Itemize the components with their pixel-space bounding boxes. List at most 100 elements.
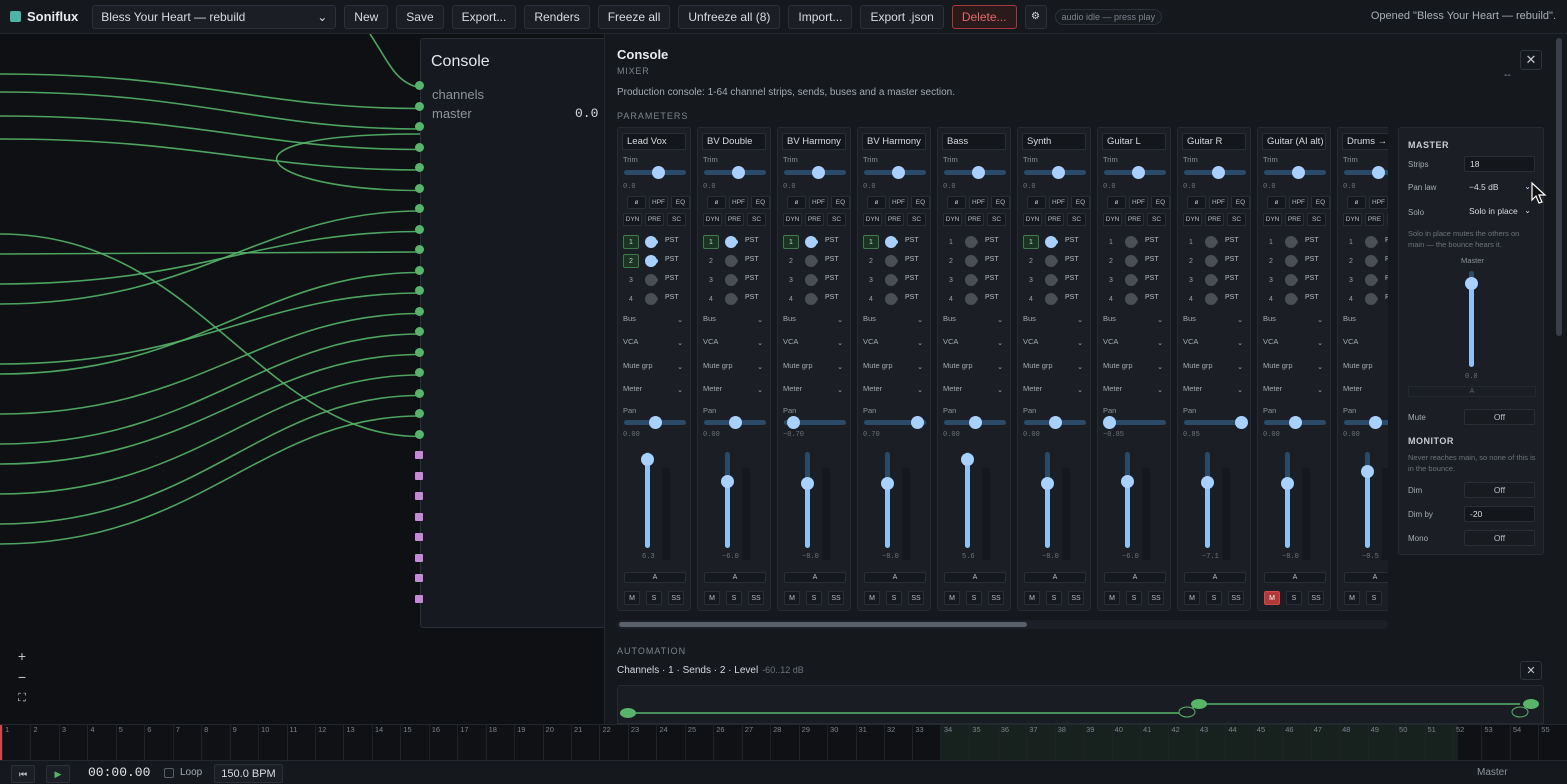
- fader-knob[interactable]: [801, 476, 814, 490]
- send-post-toggle[interactable]: PST: [825, 256, 839, 263]
- channel-input-port[interactable]: [415, 183, 424, 193]
- channel-input-port[interactable]: [415, 81, 424, 90]
- send-post-toggle[interactable]: PST: [1385, 256, 1388, 263]
- hpf-button[interactable]: HPF: [1369, 196, 1388, 209]
- send-level-knob[interactable]: [1045, 236, 1058, 248]
- send-level-knob[interactable]: [1365, 274, 1378, 286]
- pan-slider[interactable]: [704, 416, 766, 429]
- send-number-button[interactable]: 3: [863, 273, 879, 287]
- send-post-toggle[interactable]: PST: [745, 237, 759, 244]
- send-post-toggle[interactable]: PST: [905, 275, 919, 282]
- send-level-knob[interactable]: [725, 293, 738, 305]
- send-number-button[interactable]: 3: [1343, 273, 1359, 287]
- loop-checkbox[interactable]: [164, 768, 174, 778]
- send-level-knob[interactable]: [965, 274, 978, 286]
- send-number-button[interactable]: 2: [943, 254, 959, 268]
- phase-invert-button[interactable]: ø: [867, 196, 886, 209]
- strip-name-input[interactable]: Lead Vox: [622, 133, 686, 150]
- send-post-toggle[interactable]: PST: [665, 256, 679, 263]
- channel-input-port[interactable]: [415, 142, 424, 152]
- master-ab-button[interactable]: A: [1408, 386, 1536, 397]
- dyn-button[interactable]: DYN: [1343, 213, 1362, 226]
- send-level-knob[interactable]: [1205, 236, 1218, 248]
- send-number-button[interactable]: 1: [943, 235, 959, 249]
- mute-button[interactable]: M: [704, 591, 720, 605]
- signal-wire[interactable]: [0, 374, 421, 495]
- ab-toggle[interactable]: A: [1264, 572, 1326, 583]
- master-output-port[interactable]: [415, 471, 423, 480]
- sidechain-button[interactable]: SC: [1307, 213, 1326, 226]
- ab-toggle[interactable]: A: [1184, 572, 1246, 583]
- phase-invert-button[interactable]: ø: [1267, 196, 1286, 209]
- send-number-button[interactable]: 2: [1343, 254, 1359, 268]
- send-post-toggle[interactable]: PST: [1385, 294, 1388, 301]
- pan-slider[interactable]: [784, 416, 846, 429]
- send-level-knob[interactable]: [885, 236, 898, 248]
- export-button[interactable]: Export...: [451, 4, 517, 29]
- strip-name-input[interactable]: BV Double: [702, 133, 766, 150]
- ab-toggle[interactable]: A: [944, 572, 1006, 583]
- pan-knob[interactable]: [1369, 416, 1382, 429]
- send-level-knob[interactable]: [645, 293, 658, 305]
- trim-slider[interactable]: [1264, 166, 1326, 179]
- eq-button[interactable]: EQ: [1231, 196, 1250, 209]
- send-number-button[interactable]: 4: [703, 292, 719, 306]
- mute-group-select[interactable]: Mute grp ⌄: [1023, 361, 1087, 375]
- send-post-toggle[interactable]: PST: [745, 256, 759, 263]
- vca-select[interactable]: VCA⌄: [1343, 337, 1388, 351]
- phase-invert-button[interactable]: ø: [627, 196, 646, 209]
- send-number-button[interactable]: 1: [1343, 235, 1359, 249]
- fit-view-button[interactable]: ⛶: [12, 689, 32, 707]
- bus-select[interactable]: Bus ⌄: [943, 314, 1007, 328]
- send-post-toggle[interactable]: PST: [905, 237, 919, 244]
- send-number-button[interactable]: 1: [863, 235, 879, 249]
- send-post-toggle[interactable]: PST: [1145, 294, 1159, 301]
- meter-select[interactable]: Meter ⌄: [943, 384, 1007, 398]
- send-post-toggle[interactable]: PST: [1145, 237, 1159, 244]
- sidechain-button[interactable]: SC: [1067, 213, 1086, 226]
- send-level-knob[interactable]: [965, 293, 978, 305]
- solo-safe-button[interactable]: SS: [748, 591, 764, 605]
- automation-lane[interactable]: [617, 685, 1544, 724]
- pan-knob[interactable]: [1102, 416, 1116, 429]
- pre-button[interactable]: PRE: [1205, 213, 1224, 226]
- send-post-toggle[interactable]: PST: [1145, 256, 1159, 263]
- mute-button[interactable]: M: [1104, 591, 1120, 605]
- strip-name-input[interactable]: Guitar R: [1182, 133, 1246, 150]
- send-number-button[interactable]: 2: [1023, 254, 1039, 268]
- dyn-button[interactable]: DYN: [1023, 213, 1042, 226]
- automation-point[interactable]: [1191, 699, 1207, 709]
- channel-input-port[interactable]: [415, 429, 424, 439]
- vca-select[interactable]: VCA⌄: [1023, 337, 1087, 351]
- send-post-toggle[interactable]: PST: [665, 237, 679, 244]
- ab-toggle[interactable]: A: [1024, 572, 1086, 583]
- mute-button[interactable]: M: [1264, 591, 1280, 605]
- send-number-button[interactable]: 2: [623, 254, 639, 268]
- eq-button[interactable]: EQ: [1071, 196, 1090, 209]
- dyn-button[interactable]: DYN: [863, 213, 882, 226]
- meter-select[interactable]: Meter ⌄: [1023, 384, 1087, 398]
- pan-knob[interactable]: [1289, 416, 1302, 429]
- send-level-knob[interactable]: [1285, 274, 1298, 286]
- send-post-toggle[interactable]: PST: [1225, 294, 1239, 301]
- fader-knob[interactable]: [1201, 475, 1214, 489]
- volume-fader[interactable]: [801, 452, 814, 548]
- send-post-toggle[interactable]: PST: [1065, 275, 1079, 282]
- pan-knob[interactable]: [729, 416, 742, 429]
- send-level-knob[interactable]: [805, 255, 818, 267]
- send-level-knob[interactable]: [1205, 274, 1218, 286]
- signal-wire[interactable]: [0, 91, 421, 130]
- mute-group-select[interactable]: Mute grp ⌄: [863, 361, 927, 375]
- channel-strips[interactable]: Lead Vox Trim 0.0 ø HPF EQ DYN PRE SC 1 PST 2 PST 3 PS…: [617, 127, 1388, 613]
- send-level-knob[interactable]: [1125, 293, 1138, 305]
- vca-select[interactable]: VCA⌄: [623, 337, 687, 351]
- eq-button[interactable]: EQ: [751, 196, 770, 209]
- pre-button[interactable]: PRE: [1285, 213, 1304, 226]
- send-number-button[interactable]: 3: [1183, 273, 1199, 287]
- send-number-button[interactable]: 4: [943, 292, 959, 306]
- send-level-knob[interactable]: [645, 274, 658, 286]
- delete-button[interactable]: Delete...: [951, 4, 1017, 29]
- send-post-toggle[interactable]: PST: [1385, 237, 1388, 244]
- ab-toggle[interactable]: A: [704, 572, 766, 583]
- pan-slider[interactable]: [1184, 416, 1249, 429]
